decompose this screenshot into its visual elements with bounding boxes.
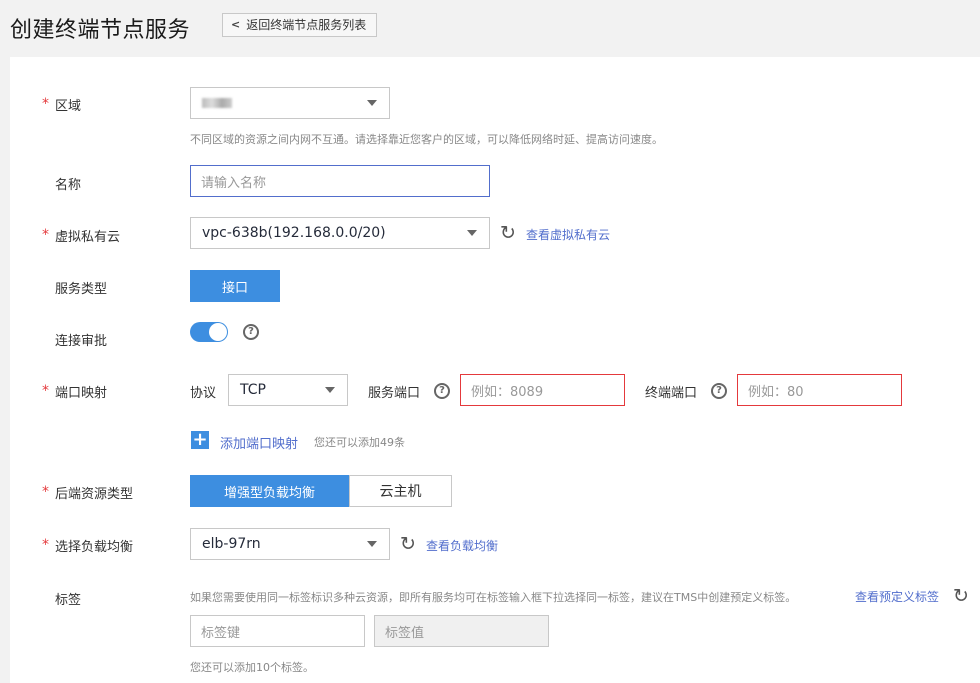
chevron-down-icon (467, 230, 477, 236)
backend-ecs-button[interactable]: 云主机 (349, 475, 452, 507)
chevron-down-icon (367, 100, 377, 106)
vpc-label: * 虚拟私有云 (42, 227, 121, 245)
refresh-elb-icon[interactable]: ↻ (398, 534, 418, 554)
form-panel: * 区域 不同区域的资源之间内网不互通。请选择靠近您客户的区域，可以降低网络时延… (10, 57, 980, 683)
tag-value-input[interactable]: 标签值 (374, 615, 549, 647)
view-elb-link[interactable]: 查看负载均衡 (426, 537, 498, 554)
help-icon[interactable]: ? (243, 324, 259, 340)
back-to-list-label: 返回终端节点服务列表 (246, 18, 367, 32)
help-icon[interactable]: ? (434, 383, 450, 399)
help-icon[interactable]: ? (711, 383, 727, 399)
required-mark: * (42, 227, 49, 243)
view-predefined-tags-link[interactable]: 查看预定义标签 (855, 588, 939, 605)
backend-elb-button[interactable]: 增强型负载均衡 (190, 475, 349, 507)
required-mark: * (42, 484, 49, 500)
elb-value: elb-97rn (202, 536, 261, 552)
chevron-down-icon (367, 541, 377, 547)
service-port-label: 服务端口 (368, 386, 421, 401)
chevron-down-icon (325, 387, 335, 393)
elb-label: * 选择负载均衡 (42, 537, 134, 555)
view-vpc-link[interactable]: 查看虚拟私有云 (526, 226, 610, 243)
service-type-label: 服务类型 (55, 282, 108, 297)
approval-toggle[interactable] (190, 322, 228, 342)
service-type-interface-button[interactable]: 接口 (190, 270, 280, 302)
tag-key-input[interactable]: 标签键 (190, 615, 365, 647)
add-port-mapping-icon[interactable]: + (191, 431, 209, 449)
back-to-list-button[interactable]: < 返回终端节点服务列表 (222, 13, 378, 37)
port-mapping-label: * 端口映射 (42, 383, 108, 401)
name-input[interactable]: 请输入名称 (190, 165, 490, 197)
terminal-port-label: 终端端口 (645, 386, 698, 401)
add-port-mapping-link[interactable]: 添加端口映射 (220, 433, 298, 452)
protocol-select[interactable]: TCP (228, 374, 348, 406)
toggle-knob (209, 323, 227, 341)
add-port-mapping-hint: 您还可以添加49条 (314, 436, 405, 449)
refresh-vpc-icon[interactable]: ↻ (498, 223, 518, 243)
refresh-tags-icon[interactable]: ↻ (951, 586, 971, 606)
protocol-value: TCP (240, 382, 266, 398)
vpc-value: vpc-638b(192.168.0.0/20) (202, 225, 386, 241)
approval-label: 连接审批 (55, 334, 108, 349)
back-arrow-icon[interactable]: ‹ (0, 14, 1, 39)
page-header: ‹ 创建终端节点服务 < 返回终端节点服务列表 (0, 0, 980, 56)
name-label: 名称 (55, 178, 82, 193)
region-hint: 不同区域的资源之间内网不互通。请选择靠近您客户的区域，可以降低网络时延、提高访问… (190, 133, 663, 146)
tags-label: 标签 (55, 593, 82, 608)
region-select[interactable] (190, 87, 390, 119)
region-label: * 区域 (42, 96, 82, 114)
page-title: 创建终端节点服务 (10, 18, 191, 43)
tags-hint: 如果您需要使用同一标签标识多种云资源，即所有服务均可在标签输入框下拉选择同一标签… (190, 591, 797, 604)
region-value-blurred (202, 98, 232, 108)
chevron-left-icon: < (231, 18, 241, 31)
service-port-input[interactable]: 例如：8089 (460, 374, 625, 406)
tags-count-hint: 您还可以添加10个标签。 (190, 661, 314, 674)
terminal-port-input[interactable]: 例如：80 (737, 374, 902, 406)
backend-type-label: * 后端资源类型 (42, 484, 134, 502)
required-mark: * (42, 537, 49, 553)
vpc-select[interactable]: vpc-638b(192.168.0.0/20) (190, 217, 490, 249)
required-mark: * (42, 383, 49, 399)
elb-select[interactable]: elb-97rn (190, 528, 390, 560)
protocol-label: 协议 (190, 386, 217, 401)
required-mark: * (42, 96, 49, 112)
